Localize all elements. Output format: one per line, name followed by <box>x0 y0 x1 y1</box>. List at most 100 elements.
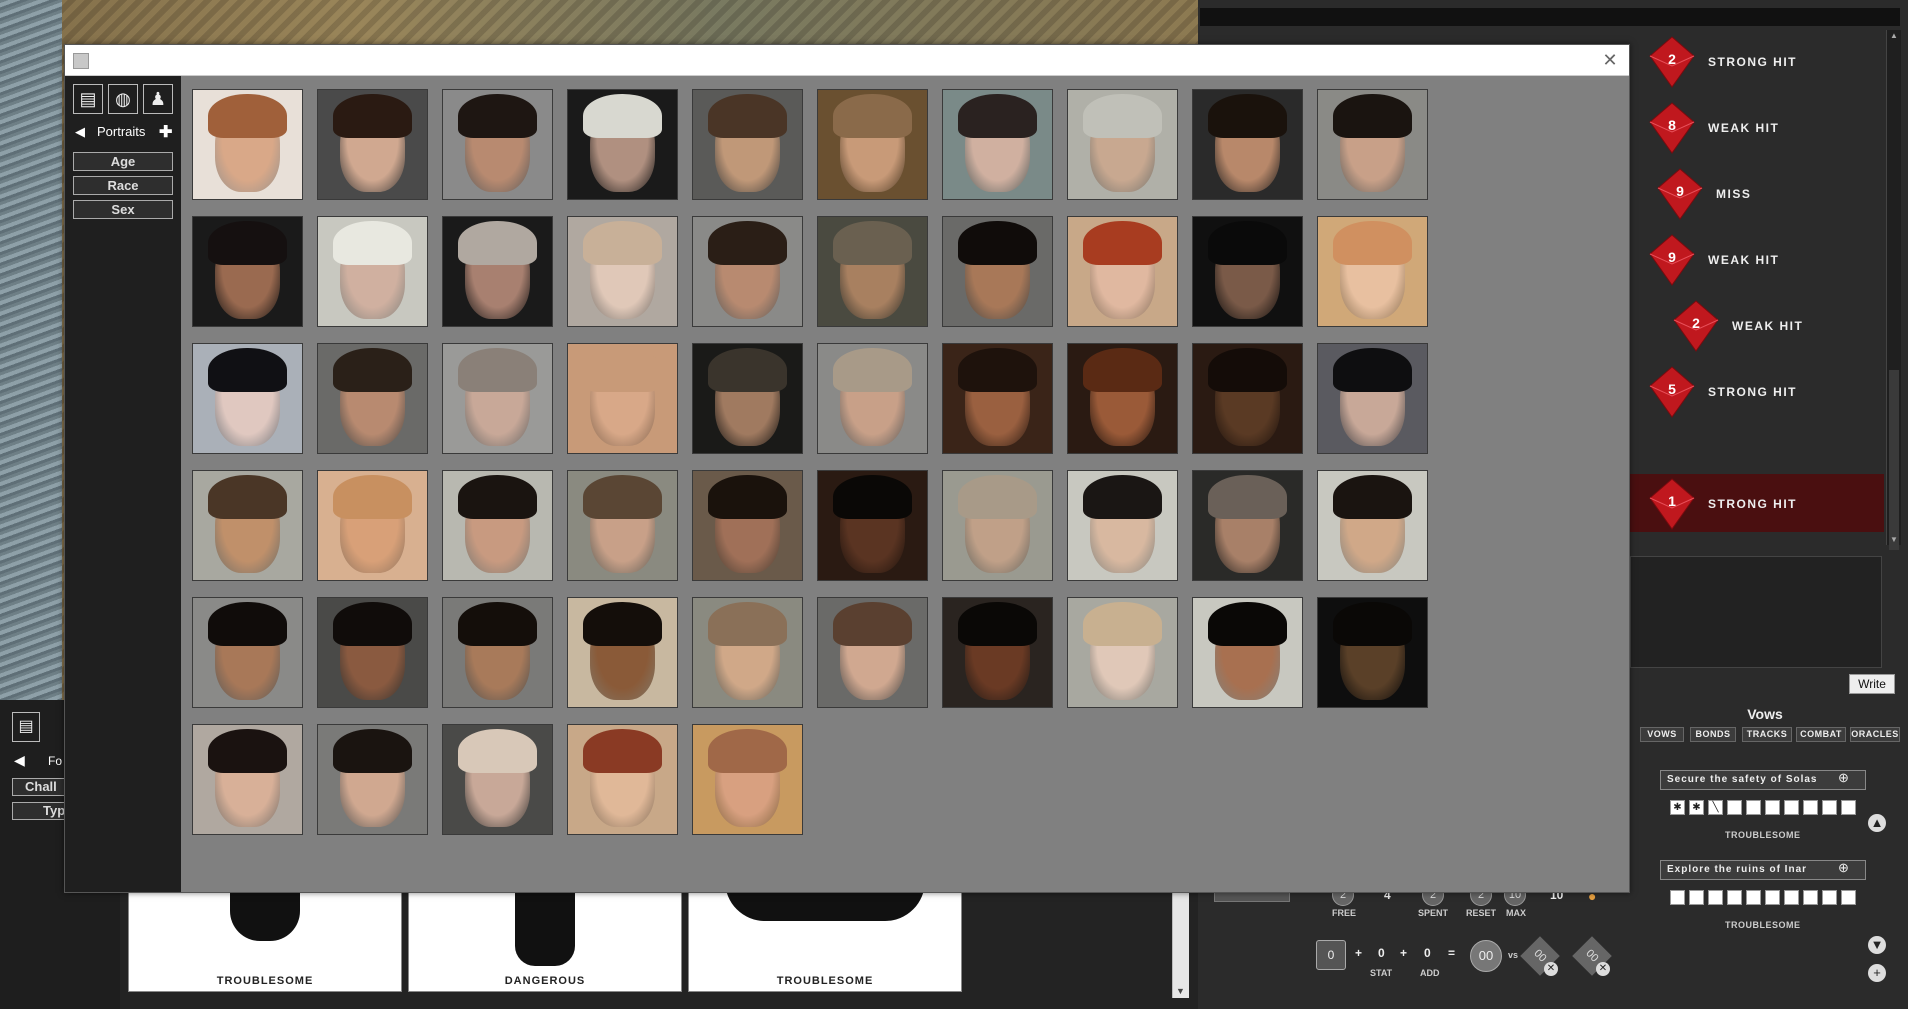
progress-box[interactable] <box>1803 800 1818 815</box>
progress-box[interactable] <box>1746 800 1761 815</box>
portrait-tile[interactable] <box>317 597 428 708</box>
back-arrow-icon[interactable]: ◀ <box>75 124 85 140</box>
portrait-tile[interactable] <box>1067 343 1178 454</box>
portrait-tile[interactable] <box>817 343 928 454</box>
tab-vows[interactable]: VOWS <box>1640 727 1684 742</box>
tab-bonds[interactable]: BONDS <box>1690 727 1736 742</box>
portrait-tile[interactable] <box>942 216 1053 327</box>
write-button[interactable]: Write <box>1849 674 1895 694</box>
roll-history-scrollbar[interactable]: ▲ ▼ <box>1886 30 1901 550</box>
progress-box[interactable] <box>1803 890 1818 905</box>
foe-card[interactable]: TROUBLESOME <box>688 880 962 992</box>
progress-box[interactable]: ✱ <box>1670 800 1685 815</box>
filter-sex[interactable]: Sex <box>73 200 173 219</box>
filter-age[interactable]: Age <box>73 152 173 171</box>
character-icon[interactable]: ♟ <box>143 84 173 114</box>
portrait-tile[interactable] <box>317 724 428 835</box>
portrait-tile[interactable] <box>817 89 928 200</box>
progress-box[interactable] <box>1727 890 1742 905</box>
portrait-tile[interactable] <box>192 343 303 454</box>
portrait-tile[interactable] <box>442 343 553 454</box>
portrait-tile[interactable] <box>442 470 553 581</box>
journal-icon[interactable]: ▤ <box>12 712 40 742</box>
portrait-tile[interactable] <box>192 216 303 327</box>
portrait-tile[interactable] <box>567 724 678 835</box>
scroll-up-icon[interactable]: ▲ <box>1890 31 1898 40</box>
add-vow-icon[interactable]: + <box>1868 964 1886 982</box>
portrait-tile[interactable] <box>817 597 928 708</box>
progress-box[interactable] <box>1727 800 1742 815</box>
portrait-tile[interactable] <box>442 597 553 708</box>
portrait-tile[interactable] <box>1067 89 1178 200</box>
vow-progress-track[interactable] <box>1670 890 1856 905</box>
roll-entry[interactable]: 1 STRONG HIT <box>1648 478 1868 534</box>
clear-challenge-icon[interactable]: ✕ <box>1544 962 1558 976</box>
progress-box[interactable] <box>1765 890 1780 905</box>
portrait-tile[interactable] <box>567 470 678 581</box>
portrait-tile[interactable] <box>1192 216 1303 327</box>
action-base-button[interactable]: 0 <box>1316 940 1346 970</box>
roll-entry[interactable]: 5 STRONG HIT <box>1648 366 1868 422</box>
roll-entry[interactable]: 8 WEAK HIT <box>1648 102 1868 158</box>
scroll-down-icon[interactable]: ▼ <box>1890 535 1898 544</box>
card-strip-scrollbar[interactable]: ▼ <box>1172 880 1189 998</box>
portrait-tile[interactable] <box>317 343 428 454</box>
foe-card[interactable]: TROUBLESOME <box>128 880 402 992</box>
foe-card[interactable]: DANGEROUS <box>408 880 682 992</box>
portrait-tile[interactable] <box>1192 89 1303 200</box>
filter-race[interactable]: Race <box>73 176 173 195</box>
progress-box[interactable] <box>1689 890 1704 905</box>
progress-box[interactable] <box>1822 800 1837 815</box>
portrait-tile[interactable] <box>567 216 678 327</box>
portrait-tile[interactable] <box>1317 597 1428 708</box>
action-total[interactable]: 00 <box>1470 940 1502 972</box>
portrait-tile[interactable] <box>1317 216 1428 327</box>
roll-entry[interactable]: 2 WEAK HIT <box>1672 300 1892 356</box>
progress-box[interactable] <box>1784 800 1799 815</box>
scroll-down-icon[interactable]: ▼ <box>1868 936 1886 954</box>
portrait-tile[interactable] <box>1317 343 1428 454</box>
portrait-tile[interactable] <box>442 216 553 327</box>
vow-move-icon[interactable]: ⊕ <box>1838 770 1849 786</box>
progress-box[interactable] <box>1841 800 1856 815</box>
scroll-down-icon[interactable]: ▼ <box>1176 986 1185 996</box>
clear-challenge-icon[interactable]: ✕ <box>1596 962 1610 976</box>
portrait-tile[interactable] <box>192 597 303 708</box>
portrait-tile[interactable] <box>1192 343 1303 454</box>
portrait-tile[interactable] <box>567 343 678 454</box>
progress-box[interactable]: ✱ <box>1689 800 1704 815</box>
progress-box[interactable] <box>1822 890 1837 905</box>
portrait-tile[interactable] <box>1317 89 1428 200</box>
progress-box[interactable] <box>1765 800 1780 815</box>
portrait-tile[interactable] <box>942 89 1053 200</box>
portrait-tile[interactable] <box>1192 470 1303 581</box>
dialog-titlebar[interactable]: ✕ <box>65 45 1629 76</box>
portrait-tile[interactable] <box>692 724 803 835</box>
portrait-tile[interactable] <box>692 470 803 581</box>
portrait-tile[interactable] <box>192 724 303 835</box>
portrait-tile[interactable] <box>567 89 678 200</box>
globe-icon[interactable]: ◍ <box>108 84 138 114</box>
tab-combat[interactable]: COMBAT <box>1796 727 1846 742</box>
vow-item[interactable]: Explore the ruins of Inar <box>1660 860 1866 880</box>
vow-progress-track[interactable]: ✱ ✱ ╲ <box>1670 800 1856 815</box>
portrait-tile[interactable] <box>442 724 553 835</box>
progress-box[interactable] <box>1841 890 1856 905</box>
portrait-tile[interactable] <box>442 89 553 200</box>
roll-entry[interactable]: 9 MISS <box>1656 168 1876 224</box>
portrait-tile[interactable] <box>942 343 1053 454</box>
portrait-tile[interactable] <box>192 89 303 200</box>
portrait-tile[interactable] <box>1067 597 1178 708</box>
progress-box[interactable] <box>1746 890 1761 905</box>
action-stat[interactable]: 0 <box>1378 946 1385 960</box>
roll-entry[interactable]: 9 WEAK HIT <box>1648 234 1868 290</box>
portrait-tile[interactable] <box>817 216 928 327</box>
portrait-tile[interactable] <box>942 470 1053 581</box>
tab-tracks[interactable]: TRACKS <box>1742 727 1792 742</box>
progress-box[interactable]: ╲ <box>1708 800 1723 815</box>
roll-entry[interactable]: 2 STRONG HIT <box>1648 36 1868 92</box>
close-icon[interactable]: ✕ <box>1599 49 1621 71</box>
progress-box[interactable] <box>1708 890 1723 905</box>
progress-box[interactable] <box>1784 890 1799 905</box>
portrait-tile[interactable] <box>817 470 928 581</box>
